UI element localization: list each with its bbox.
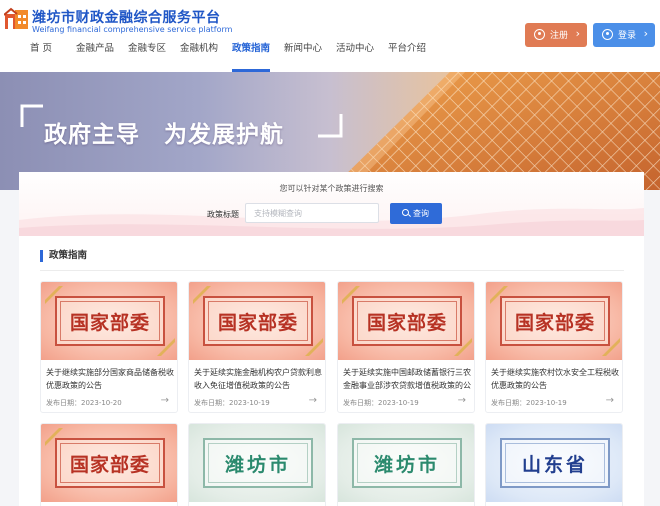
card-image: 山东省 (486, 424, 622, 502)
search-hint: 您可以针对某个政策进行搜索 (279, 184, 384, 193)
policy-card[interactable]: 国家部委 (40, 423, 178, 506)
nav-item-events[interactable]: 活动中心 (336, 42, 374, 72)
card-plaque-text: 国家部委 (69, 453, 150, 476)
card-date: 发布日期：2023-10-19 (491, 399, 567, 407)
section-title: 政策指南 (40, 250, 87, 262)
policy-card[interactable]: 国家部委 关于延续实施金融机构农户贷款利息收入免征增值税政策的公告 发布日期：2… (188, 281, 326, 413)
card-plaque: 潍坊市 (352, 438, 462, 488)
card-title: 关于继续实施农村饮水安全工程税收优惠政策的公告 (491, 368, 619, 390)
policy-card[interactable]: 国家部委 关于延续实施中国邮政储蓄银行三农金融事业部涉农贷款增值税政策的公告 发… (337, 281, 475, 413)
login-label: 登录 (618, 31, 637, 41)
card-plaque-text: 山东省 (521, 453, 588, 476)
nav-item-policy[interactable]: 政策指南 (232, 42, 271, 72)
card-plaque-text: 国家部委 (366, 311, 447, 334)
nav-item-home[interactable]: 首 页 (30, 42, 52, 72)
card-title: 关于延续实施中国邮政储蓄银行三农金融事业部涉农贷款增值税政策的公告 (343, 368, 471, 390)
policy-card[interactable]: 山东省 (485, 423, 623, 506)
card-plaque-text: 潍坊市 (224, 453, 291, 476)
card-date: 发布日期：2023-10-20 (46, 399, 122, 407)
arrow-right-icon[interactable]: → (161, 395, 169, 406)
nav-item-news[interactable]: 新闻中心 (284, 42, 322, 72)
search-button-label: 查询 (413, 209, 429, 218)
card-image: 潍坊市 (189, 424, 325, 502)
card-plaque-text: 国家部委 (69, 311, 150, 334)
card-plaque: 潍坊市 (203, 438, 313, 488)
card-plaque: 国家部委 (352, 296, 462, 346)
card-title: 关于继续实施部分国家商品储备税收优惠政策的公告 (46, 368, 174, 390)
card-image: 国家部委 (41, 282, 177, 360)
search-area: 您可以针对某个政策进行搜索 政策标题 查询 (19, 172, 644, 236)
card-plaque-text: 国家部委 (217, 311, 298, 334)
header: 潍坊市财政金融综合服务平台 Weifang financial comprehe… (0, 0, 660, 72)
card-plaque: 国家部委 (203, 296, 313, 346)
card-plaque-text: 国家部委 (514, 311, 595, 334)
policy-card[interactable]: 国家部委 关于继续实施农村饮水安全工程税收优惠政策的公告 发布日期：2023-1… (485, 281, 623, 413)
card-image: 国家部委 (189, 282, 325, 360)
card-image: 国家部委 (338, 282, 474, 360)
chevron-right-icon: › (575, 27, 580, 40)
register-button[interactable]: 注册 › (525, 23, 587, 47)
search-label: 政策标题 (207, 210, 239, 219)
arrow-right-icon[interactable]: → (458, 395, 466, 406)
policy-card[interactable]: 国家部委 关于继续实施部分国家商品储备税收优惠政策的公告 发布日期：2023-1… (40, 281, 178, 413)
policy-card[interactable]: 潍坊市 (337, 423, 475, 506)
card-plaque: 国家部委 (500, 296, 610, 346)
nav-item-institutions[interactable]: 金融机构 (180, 42, 218, 72)
logo-icon (4, 7, 28, 29)
arrow-right-icon[interactable]: → (309, 395, 317, 406)
card-title: 关于延续实施金融机构农户贷款利息收入免征增值税政策的公告 (194, 368, 322, 390)
chevron-right-icon: › (643, 27, 648, 40)
user-circle-icon (534, 29, 545, 40)
brand-title: 潍坊市财政金融综合服务平台 (32, 10, 221, 26)
user-circle-icon (602, 29, 613, 40)
nav-item-about[interactable]: 平台介绍 (388, 42, 426, 72)
card-plaque-text: 潍坊市 (373, 453, 440, 476)
card-plaque: 山东省 (500, 438, 610, 488)
nav-item-policy-label: 政策指南 (232, 43, 271, 54)
nav-item-products[interactable]: 金融产品 (76, 42, 114, 72)
policy-card[interactable]: 潍坊市 (188, 423, 326, 506)
register-label: 注册 (550, 31, 569, 41)
search-button[interactable]: 查询 (390, 203, 442, 224)
arrow-right-icon[interactable]: → (606, 395, 614, 406)
card-image: 国家部委 (41, 424, 177, 502)
login-button[interactable]: 登录 › (593, 23, 655, 47)
card-plaque: 国家部委 (55, 296, 165, 346)
content-panel: 您可以针对某个政策进行搜索 政策标题 查询 政策指南 国家部委 关于继续实施部分… (19, 172, 644, 506)
policy-search-input[interactable] (245, 203, 379, 223)
card-image: 国家部委 (486, 282, 622, 360)
brand-subtitle: Weifang financial comprehensive service … (32, 25, 233, 34)
card-date: 发布日期：2023-10-19 (194, 399, 270, 407)
card-image: 潍坊市 (338, 424, 474, 502)
card-date: 发布日期：2023-10-19 (343, 399, 419, 407)
nav-item-zone[interactable]: 金融专区 (128, 42, 166, 72)
search-icon (402, 209, 409, 216)
card-plaque: 国家部委 (55, 438, 165, 488)
banner-slogan: 政府主导 为发展护航 (44, 122, 284, 148)
section-divider (40, 270, 624, 271)
